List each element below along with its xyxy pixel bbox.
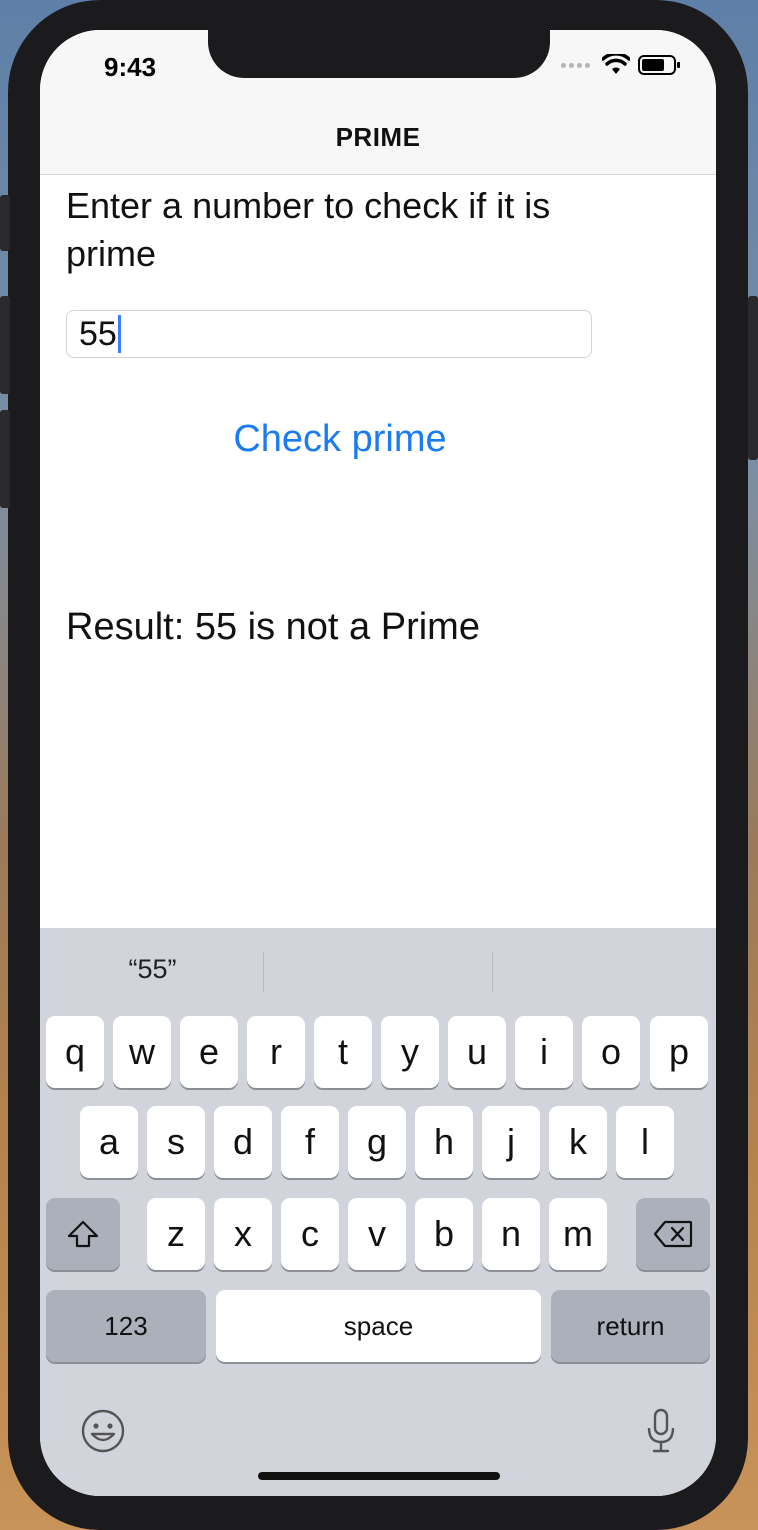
key-m[interactable]: m xyxy=(549,1198,607,1270)
key-b[interactable]: b xyxy=(415,1198,473,1270)
power-button xyxy=(748,296,758,460)
key-q[interactable]: q xyxy=(46,1016,104,1088)
delete-icon xyxy=(653,1220,693,1248)
key-g[interactable]: g xyxy=(348,1106,406,1178)
key-e[interactable]: e xyxy=(180,1016,238,1088)
key-c[interactable]: c xyxy=(281,1198,339,1270)
delete-key[interactable] xyxy=(636,1198,710,1270)
key-r[interactable]: r xyxy=(247,1016,305,1088)
battery-icon xyxy=(638,55,680,75)
microphone-icon[interactable] xyxy=(646,1408,676,1454)
volume-down-button xyxy=(0,410,10,508)
key-j[interactable]: j xyxy=(482,1106,540,1178)
status-indicators xyxy=(561,54,682,76)
key-v[interactable]: v xyxy=(348,1198,406,1270)
suggestion-1[interactable]: “55” xyxy=(40,954,265,985)
status-time: 9:43 xyxy=(104,52,157,82)
number-input[interactable]: 55 xyxy=(66,310,592,358)
emoji-icon[interactable] xyxy=(80,1408,126,1454)
key-x[interactable]: x xyxy=(214,1198,272,1270)
shift-key[interactable] xyxy=(46,1198,120,1270)
signal-icon xyxy=(561,62,590,68)
numbers-key[interactable]: 123 xyxy=(46,1290,206,1362)
key-f[interactable]: f xyxy=(281,1106,339,1178)
notch xyxy=(208,30,550,78)
key-y[interactable]: y xyxy=(381,1016,439,1088)
key-u[interactable]: u xyxy=(448,1016,506,1088)
key-p[interactable]: p xyxy=(650,1016,708,1088)
suggestion-divider xyxy=(263,952,264,992)
key-t[interactable]: t xyxy=(314,1016,372,1088)
key-n[interactable]: n xyxy=(482,1198,540,1270)
ringer-switch xyxy=(0,195,10,251)
prompt-label: Enter a number to check if it is prime xyxy=(66,185,551,274)
number-input-value: 55 xyxy=(79,314,117,353)
key-s[interactable]: s xyxy=(147,1106,205,1178)
key-d[interactable]: d xyxy=(214,1106,272,1178)
key-k[interactable]: k xyxy=(549,1106,607,1178)
key-h[interactable]: h xyxy=(415,1106,473,1178)
suggestion-bar: “55” xyxy=(40,928,716,1016)
return-key[interactable]: return xyxy=(551,1290,710,1362)
nav-title: PRIME xyxy=(335,122,421,152)
key-z[interactable]: z xyxy=(147,1198,205,1270)
text-cursor xyxy=(117,315,121,353)
suggestion-divider xyxy=(492,952,493,992)
key-i[interactable]: i xyxy=(515,1016,573,1088)
key-w[interactable]: w xyxy=(113,1016,171,1088)
shift-icon xyxy=(67,1220,99,1248)
home-indicator[interactable] xyxy=(258,1472,500,1480)
key-o[interactable]: o xyxy=(582,1016,640,1088)
keyboard: “55” q w e r t y u i o p a s d f g h j k… xyxy=(40,928,716,1496)
volume-up-button xyxy=(0,296,10,394)
key-a[interactable]: a xyxy=(80,1106,138,1178)
check-prime-button[interactable]: Check prime xyxy=(40,418,640,461)
result-label: Result: 55 is not a Prime xyxy=(66,606,480,648)
screen: PRIME 9:43 Enter a number to check if it… xyxy=(40,30,716,1496)
wifi-icon xyxy=(602,54,630,74)
device-frame: PRIME 9:43 Enter a number to check if it… xyxy=(8,0,748,1530)
key-l[interactable]: l xyxy=(616,1106,674,1178)
space-key[interactable]: space xyxy=(216,1290,541,1362)
